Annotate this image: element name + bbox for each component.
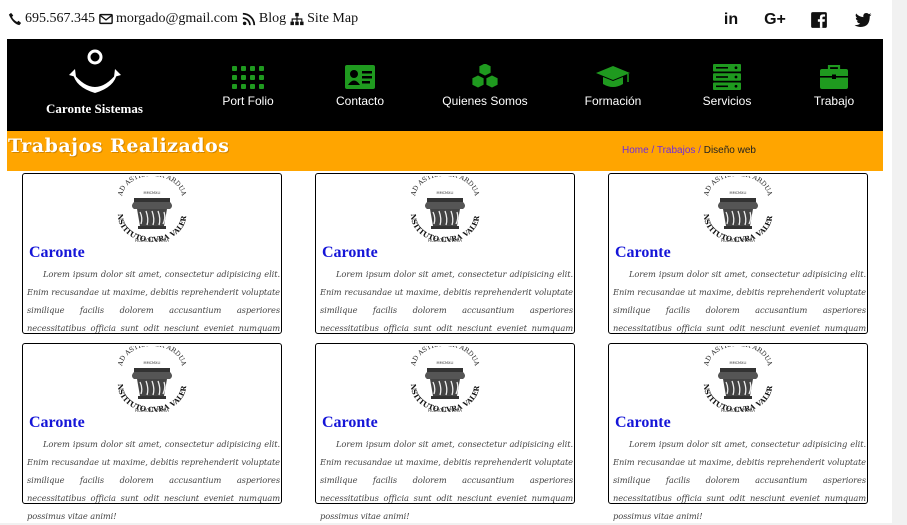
nav-item-trabajo[interactable]: Trabajo xyxy=(784,64,884,108)
card-title[interactable]: Caronte xyxy=(29,244,85,262)
emblem-sub: MMCMXLI xyxy=(144,361,161,365)
phone-number: 695.567.345 xyxy=(25,11,95,26)
emblem-place: HUERCAL-OVERA xyxy=(428,238,462,243)
emblem-place: HUERCAL-OVERA xyxy=(721,408,755,413)
page-title: Trabajos Realizados xyxy=(8,135,230,157)
card-title[interactable]: Caronte xyxy=(29,414,85,432)
breadcrumb-home[interactable]: Home xyxy=(622,145,649,156)
nav-label: Quienes Somos xyxy=(442,94,528,108)
nav-item-portfolio[interactable]: Port Folio xyxy=(198,64,298,108)
institute-emblem-icon: AD ASTRA PER ARDUA MMCMXLI INSTITUTO CVR… xyxy=(698,346,774,414)
nav-label: Port Folio xyxy=(222,94,274,108)
card-title[interactable]: Caronte xyxy=(615,244,671,262)
breadcrumb: Home / Trabajos / Diseño web xyxy=(622,145,756,156)
briefcase-icon xyxy=(820,65,848,89)
page: 695.567.345 morgado@gmail.com Blog Site … xyxy=(0,0,892,523)
id-card-icon xyxy=(345,65,375,89)
card-title[interactable]: Caronte xyxy=(322,414,378,432)
institute-emblem-icon: AD ASTRA PER ARDUA MMCMXLI INSTITUTO CVR… xyxy=(405,176,481,244)
nav-label: Formación xyxy=(584,94,642,108)
nav-label: Trabajo xyxy=(813,94,855,108)
sitemap-icon xyxy=(290,12,304,26)
email-link[interactable]: morgado@gmail.com xyxy=(99,11,238,27)
emblem-sub: MMCMXLI xyxy=(144,191,161,195)
emblem-sub: MMCMXLI xyxy=(730,191,747,195)
breadcrumb-separator: / xyxy=(695,145,704,156)
emblem-place: HUERCAL-OVERA xyxy=(721,238,755,243)
emblem-place: HUERCAL-OVERA xyxy=(135,238,169,243)
emblem-place: HUERCAL-OVERA xyxy=(428,408,462,413)
card-text: Lorem ipsum dolor sit amet, consectetur … xyxy=(613,439,866,521)
facebook-icon[interactable] xyxy=(808,9,830,31)
brand-name: Caronte Sistemas xyxy=(46,101,143,116)
nav-item-quienes-somos[interactable]: Quienes Somos xyxy=(435,64,535,108)
twitter-icon[interactable] xyxy=(852,9,874,31)
brand-logo[interactable]: Caronte Sistemas xyxy=(37,47,152,117)
contact-info: 695.567.345 morgado@gmail.com Blog Site … xyxy=(8,11,362,27)
card-title[interactable]: Caronte xyxy=(322,244,378,262)
phone-link[interactable]: 695.567.345 xyxy=(8,11,95,27)
envelope-icon xyxy=(99,13,113,25)
work-card[interactable]: AD ASTRA PER ARDUA MMCMXLI INSTITUTO CVR… xyxy=(22,173,282,351)
card-text: Lorem ipsum dolor sit amet, consectetur … xyxy=(27,269,280,351)
social-links: in G+ xyxy=(720,9,896,31)
nav-label: Contacto xyxy=(335,94,385,108)
sitemap-link[interactable]: Site Map xyxy=(290,11,358,27)
institute-emblem-icon: AD ASTRA PER ARDUA MMCMXLI INSTITUTO CVR… xyxy=(112,176,188,244)
institute-emblem-icon: AD ASTRA PER ARDUA MMCMXLI INSTITUTO CVR… xyxy=(112,346,188,414)
phone-icon xyxy=(8,12,22,26)
email-address: morgado@gmail.com xyxy=(116,11,238,26)
breadcrumb-trabajos[interactable]: Trabajos xyxy=(657,145,696,156)
breadcrumb-current: Diseño web xyxy=(703,145,756,156)
caronte-logo-icon xyxy=(68,49,121,93)
grid-dots-icon xyxy=(232,66,264,89)
card-text: Lorem ipsum dolor sit amet, consectetur … xyxy=(27,439,280,521)
breadcrumb-separator: / xyxy=(648,145,657,156)
institute-emblem-icon: AD ASTRA PER ARDUA MMCMXLI INSTITUTO CVR… xyxy=(405,346,481,414)
server-icon xyxy=(713,64,741,90)
cubes-icon xyxy=(471,64,499,89)
page-header-banner: Trabajos Realizados Home / Trabajos / Di… xyxy=(7,131,883,171)
work-card[interactable]: AD ASTRA PER ARDUA MMCMXLI INSTITUTO CVR… xyxy=(608,343,868,521)
main-navigation: Caronte Sistemas Port Folio Contacto Qui… xyxy=(7,39,883,131)
work-card[interactable]: AD ASTRA PER ARDUA MMCMXLI INSTITUTO CVR… xyxy=(315,173,575,351)
blog-link[interactable]: Blog xyxy=(242,11,286,27)
sitemap-label: Site Map xyxy=(307,11,359,26)
top-bar: 695.567.345 morgado@gmail.com Blog Site … xyxy=(0,0,892,39)
nav-label: Servicios xyxy=(702,94,752,108)
nav-item-servicios[interactable]: Servicios xyxy=(677,64,777,108)
blog-label: Blog xyxy=(258,11,287,26)
emblem-place: HUERCAL-OVERA xyxy=(135,408,169,413)
institute-emblem-icon: AD ASTRA PER ARDUA MMCMXLI INSTITUTO CVR… xyxy=(698,176,774,244)
nav-item-contacto[interactable]: Contacto xyxy=(310,64,410,108)
card-text: Lorem ipsum dolor sit amet, consectetur … xyxy=(613,269,866,351)
card-text: Lorem ipsum dolor sit amet, consectetur … xyxy=(320,439,573,521)
card-title[interactable]: Caronte xyxy=(615,414,671,432)
nav-item-formacion[interactable]: Formación xyxy=(563,64,663,108)
emblem-sub: MMCMXLI xyxy=(437,191,454,195)
work-card[interactable]: AD ASTRA PER ARDUA MMCMXLI INSTITUTO CVR… xyxy=(608,173,868,351)
work-card[interactable]: AD ASTRA PER ARDUA MMCMXLI INSTITUTO CVR… xyxy=(22,343,282,521)
emblem-sub: MMCMXLI xyxy=(437,361,454,365)
work-card[interactable]: AD ASTRA PER ARDUA MMCMXLI INSTITUTO CVR… xyxy=(315,343,575,521)
emblem-sub: MMCMXLI xyxy=(730,361,747,365)
card-text: Lorem ipsum dolor sit amet, consectetur … xyxy=(320,269,573,351)
rss-icon xyxy=(242,12,256,26)
google-plus-icon[interactable]: G+ xyxy=(764,9,786,31)
linkedin-icon[interactable]: in xyxy=(720,9,742,31)
graduation-cap-icon xyxy=(596,66,630,87)
